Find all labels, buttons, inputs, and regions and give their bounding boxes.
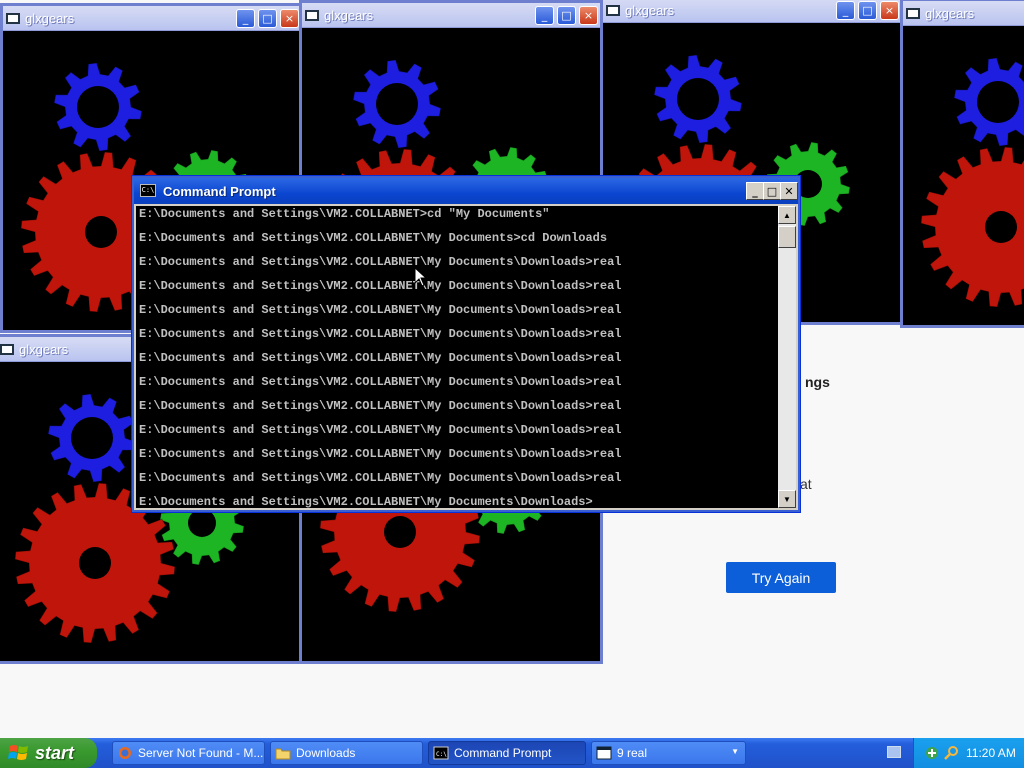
cmd-title: Command Prompt bbox=[163, 184, 276, 199]
window-title: glxgears bbox=[925, 6, 975, 21]
minimize-button[interactable]: _ bbox=[836, 1, 855, 20]
taskbar-item-label: Downloads bbox=[296, 746, 356, 760]
scroll-thumb[interactable] bbox=[778, 226, 796, 248]
window-icon bbox=[305, 10, 319, 21]
console-line: E:\Documents and Settings\VM2.COLLABNET\… bbox=[139, 471, 622, 485]
scroll-down-button[interactable]: ▼ bbox=[778, 490, 796, 508]
minimize-button[interactable]: _ bbox=[746, 182, 764, 200]
window-icon bbox=[0, 344, 14, 355]
console-line: E:\Documents and Settings\VM2.COLLABNET\… bbox=[139, 327, 622, 341]
window-titlebar[interactable]: glxgears bbox=[903, 1, 1024, 26]
taskbar-item-downloads[interactable]: Downloads bbox=[270, 741, 423, 765]
blue-gear bbox=[653, 54, 743, 144]
taskbar-item-label: Command Prompt bbox=[454, 746, 552, 760]
svg-text:C:\: C:\ bbox=[436, 751, 447, 758]
blue-gear bbox=[953, 57, 1024, 147]
blue-gear bbox=[352, 59, 442, 149]
window-icon bbox=[596, 746, 612, 760]
start-label: start bbox=[35, 742, 75, 763]
close-button[interactable]: × bbox=[880, 1, 899, 20]
console-line: E:\Documents and Settings\VM2.COLLABNET\… bbox=[139, 255, 622, 269]
window-title: glxgears bbox=[625, 3, 675, 18]
taskbar-item-label: Server Not Found - M... bbox=[138, 746, 264, 760]
blue-gear bbox=[47, 393, 137, 483]
cmd-icon: C:\ bbox=[140, 184, 156, 197]
maximize-button[interactable]: □ bbox=[858, 1, 877, 20]
red-gear bbox=[920, 146, 1024, 308]
taskbar-item-label: 9 real bbox=[617, 746, 648, 760]
command-prompt-window[interactable]: C:\ Command Prompt _ □ ✕ E:\Documents an… bbox=[132, 176, 800, 512]
minimize-button[interactable]: _ bbox=[535, 6, 554, 25]
chevron-down-icon: ▼ bbox=[731, 747, 739, 756]
window-title: glxgears bbox=[324, 8, 374, 23]
mouse-cursor-icon bbox=[415, 268, 427, 287]
console-line: E:\Documents and Settings\VM2.COLLABNET\… bbox=[139, 447, 622, 461]
close-button[interactable]: ✕ bbox=[780, 182, 798, 200]
try-again-button[interactable]: Try Again bbox=[726, 562, 836, 593]
firefox-icon bbox=[119, 747, 131, 759]
cmd-titlebar[interactable]: C:\ Command Prompt _ □ ✕ bbox=[134, 178, 798, 204]
scroll-up-button[interactable]: ▲ bbox=[778, 206, 796, 224]
console-line: E:\Documents and Settings\VM2.COLLABNET\… bbox=[139, 399, 622, 413]
console-line: E:\Documents and Settings\VM2.COLLABNET\… bbox=[139, 495, 593, 508]
minimize-button[interactable]: _ bbox=[236, 9, 255, 28]
window-titlebar[interactable]: glxgears _ □ × bbox=[603, 0, 901, 23]
vertical-scrollbar[interactable]: ▲ ▼ bbox=[778, 206, 796, 508]
search-icon[interactable] bbox=[944, 745, 960, 761]
taskbar: start Server Not Found - M... Downloads … bbox=[0, 738, 1024, 768]
page-heading-fragment: ngs bbox=[805, 374, 830, 390]
network-icon[interactable] bbox=[924, 745, 940, 761]
clock: 11:20 AM bbox=[966, 746, 1016, 760]
close-button[interactable]: × bbox=[579, 6, 598, 25]
close-button[interactable]: × bbox=[280, 9, 299, 28]
maximize-button[interactable]: □ bbox=[763, 182, 781, 200]
keyboard-icon[interactable] bbox=[887, 746, 901, 758]
folder-icon bbox=[275, 748, 291, 760]
console-output[interactable]: E:\Documents and Settings\VM2.COLLABNET>… bbox=[136, 206, 778, 508]
window-title: glxgears bbox=[25, 11, 75, 26]
glxgears-window[interactable]: glxgears bbox=[900, 0, 1024, 328]
console-line: E:\Documents and Settings\VM2.COLLABNET\… bbox=[139, 303, 622, 317]
console-line: E:\Documents and Settings\VM2.COLLABNET\… bbox=[139, 375, 622, 389]
windows-logo-icon bbox=[8, 745, 28, 760]
start-button[interactable]: start bbox=[0, 738, 97, 768]
console-line: E:\Documents and Settings\VM2.COLLABNET\… bbox=[139, 231, 608, 245]
blue-gear bbox=[53, 62, 143, 152]
console-line: E:\Documents and Settings\VM2.COLLABNET>… bbox=[139, 207, 550, 221]
gears-render bbox=[920, 57, 1024, 308]
maximize-button[interactable]: □ bbox=[557, 6, 576, 25]
window-icon bbox=[606, 5, 620, 16]
console-line: E:\Documents and Settings\VM2.COLLABNET\… bbox=[139, 423, 622, 437]
taskbar-item-command-prompt[interactable]: C:\ Command Prompt bbox=[428, 741, 586, 765]
window-title: glxgears bbox=[19, 342, 69, 357]
console-line: E:\Documents and Settings\VM2.COLLABNET\… bbox=[139, 351, 622, 365]
taskbar-item-real-group[interactable]: 9 real ▼ bbox=[591, 741, 746, 765]
taskbar-item-firefox[interactable]: Server Not Found - M... bbox=[112, 741, 265, 765]
page-text-fragment: at bbox=[800, 476, 812, 492]
console-line: E:\Documents and Settings\VM2.COLLABNET\… bbox=[139, 279, 622, 293]
window-titlebar[interactable]: glxgears _ □ × bbox=[302, 3, 600, 28]
maximize-button[interactable]: □ bbox=[258, 9, 277, 28]
system-tray: 11:20 AM bbox=[913, 738, 1024, 768]
window-titlebar[interactable]: glxgears _ □ × bbox=[3, 6, 299, 31]
window-icon bbox=[906, 8, 920, 19]
window-icon bbox=[6, 13, 20, 24]
cmd-icon: C:\ bbox=[433, 746, 449, 760]
